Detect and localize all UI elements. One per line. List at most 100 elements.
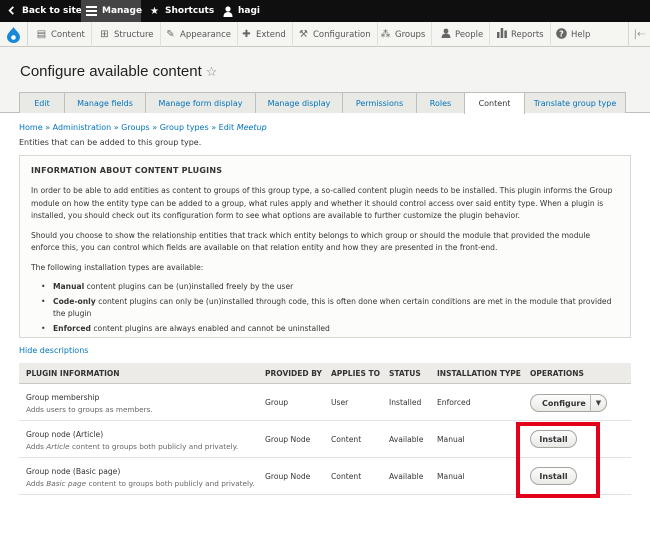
install-type-cell: Manual [437, 472, 465, 481]
menu-appearance-label: Appearance [180, 29, 232, 40]
back-to-site-link[interactable]: Back to site [6, 0, 82, 22]
desc-text: Adds [26, 442, 47, 451]
groups-icon: ⁂ [380, 29, 391, 40]
plugin-name: Group membership [26, 393, 100, 402]
help-icon: ? [556, 27, 567, 42]
menu-people-label: People [455, 29, 484, 40]
hide-descriptions-link[interactable]: Hide descriptions [19, 346, 88, 355]
tab-content[interactable]: Content [464, 92, 525, 114]
admin-menu: ▤ Content ⊞ Structure ✎ Appearance ✚ Ext… [0, 22, 650, 47]
desc-text: Adds [26, 479, 47, 488]
th-operations: OPERATIONS [530, 369, 584, 378]
list-item: Manual content plugins can be (un)instal… [41, 281, 619, 294]
desc-text: content to groups both publicly and priv… [86, 479, 255, 488]
tab-roles[interactable]: Roles [416, 92, 465, 113]
menu-extend-label: Extend [256, 29, 286, 40]
user-tab[interactable]: hagi [222, 0, 260, 22]
menu-content-label: Content [51, 29, 85, 40]
wrench-icon: ⚒ [299, 29, 308, 40]
shortcuts-tab[interactable]: ★ Shortcuts [149, 0, 214, 22]
plugin-info-cell: Group membership Adds users to groups as… [26, 393, 153, 414]
applies-to-cell: Content [331, 472, 362, 481]
menu-extend[interactable]: ✚ Extend [241, 22, 293, 47]
breadcrumb-separator: » [211, 123, 217, 132]
manage-tab[interactable]: Manage [81, 0, 142, 22]
status-cell: Available [389, 435, 424, 444]
primary-tabs: Edit Manage fields Manage form display M… [19, 92, 626, 114]
drupal-drop-icon[interactable] [0, 22, 28, 47]
breadcrumb-separator: » [45, 123, 51, 132]
breadcrumb-separator: » [152, 123, 158, 132]
tab-translate-group-type[interactable]: Translate group type [524, 92, 626, 113]
content-plugins-info: INFORMATION ABOUT CONTENT PLUGINS In ord… [19, 155, 631, 338]
menu-help-label: Help [571, 29, 591, 40]
person-icon [222, 5, 233, 17]
list-item: Code-only content plugins can only be (u… [41, 296, 619, 321]
info-paragraph-3: The following installation types are ava… [31, 262, 204, 272]
breadcrumb: Home » Administration » Groups » Group t… [19, 123, 267, 132]
provided-by-cell: Group Node [265, 435, 311, 444]
plugin-description: Adds Basic page content to groups both p… [26, 479, 255, 488]
breadcrumb-edit[interactable]: Edit Meetup [219, 123, 267, 132]
hamburger-icon [86, 5, 97, 17]
tab-manage-fields[interactable]: Manage fields [64, 92, 146, 113]
tab-manage-display[interactable]: Manage display [255, 92, 343, 113]
install-type-cell: Manual [437, 435, 465, 444]
breadcrumb-home[interactable]: Home [19, 123, 43, 132]
breadcrumb-separator: » [113, 123, 119, 132]
paintbrush-icon: ✎ [166, 29, 175, 40]
tab-manage-form-display[interactable]: Manage form display [145, 92, 256, 113]
page-intro: Entities that can be added to this group… [19, 138, 202, 147]
list-item-term: Manual [53, 282, 85, 291]
plugin-info-cell: Group node (Article) Adds Article conten… [26, 430, 238, 451]
menu-structure-label: Structure [114, 29, 154, 40]
user-label: hagi [238, 6, 261, 16]
breadcrumb-administration[interactable]: Administration [53, 123, 112, 132]
structure-icon: ⊞ [100, 29, 109, 40]
applies-to-cell: User [331, 398, 349, 407]
shortcuts-label: Shortcuts [165, 6, 215, 16]
chevron-down-icon[interactable]: ▼ [590, 394, 606, 412]
menu-appearance[interactable]: ✎ Appearance [165, 22, 239, 47]
table-row: Group membership Adds users to groups as… [19, 384, 631, 421]
back-to-site-label: Back to site [22, 6, 82, 16]
tab-edit[interactable]: Edit [19, 92, 65, 113]
menu-reports-label: Reports [511, 29, 544, 40]
people-icon [440, 28, 451, 41]
shortcut-star-icon[interactable]: ☆ [206, 64, 218, 79]
svg-text:?: ? [559, 29, 564, 38]
table-header: PLUGIN INFORMATION PROVIDED BY APPLIES T… [19, 363, 631, 384]
desc-emphasis: Article [46, 442, 70, 451]
list-item-text: content plugins can be (un)installed fre… [86, 282, 294, 291]
th-installation-type: INSTALLATION TYPE [437, 369, 521, 378]
menu-content[interactable]: ▤ Content [36, 22, 92, 47]
list-item-text: content plugins can only be (un)installe… [53, 296, 612, 319]
menu-configuration-label: Configuration [313, 29, 371, 40]
th-plugin-information: PLUGIN INFORMATION [26, 369, 120, 378]
menu-people[interactable]: People [440, 22, 491, 47]
desc-text: content to groups both publicly and priv… [69, 442, 239, 451]
list-item: Enforced content plugins are always enab… [41, 323, 619, 336]
menu-groups[interactable]: ⁂ Groups [380, 22, 433, 47]
menu-configuration[interactable]: ⚒ Configuration [298, 22, 378, 47]
breadcrumb-group-types[interactable]: Group types [160, 123, 209, 132]
desc-text: Adds users to groups as members. [26, 405, 153, 414]
page-header: Configure available content ☆ Edit Manage… [0, 47, 650, 114]
breadcrumb-groups[interactable]: Groups [121, 123, 150, 132]
configure-button[interactable]: Configure ▼ [530, 394, 607, 412]
applies-to-cell: Content [331, 435, 362, 444]
status-cell: Available [389, 472, 424, 481]
install-type-cell: Enforced [437, 398, 471, 407]
plugin-description: Adds users to groups as members. [26, 405, 153, 414]
provided-by-cell: Group Node [265, 472, 311, 481]
breadcrumb-edit-name: Meetup [236, 123, 267, 132]
info-paragraph-2: Should you choose to show the relationsh… [31, 230, 591, 253]
th-provided-by: PROVIDED BY [265, 369, 322, 378]
breadcrumb-edit-prefix: Edit [218, 123, 235, 132]
tab-permissions[interactable]: Permissions [342, 92, 417, 113]
orientation-toggle-icon[interactable]: |⇠ [628, 22, 650, 47]
menu-structure[interactable]: ⊞ Structure [99, 22, 161, 47]
menu-help[interactable]: ? Help [556, 22, 596, 47]
menu-reports[interactable]: Reports [496, 22, 551, 47]
toolbar-bar: Back to site Manage ★ Shortcuts hagi [0, 0, 650, 22]
